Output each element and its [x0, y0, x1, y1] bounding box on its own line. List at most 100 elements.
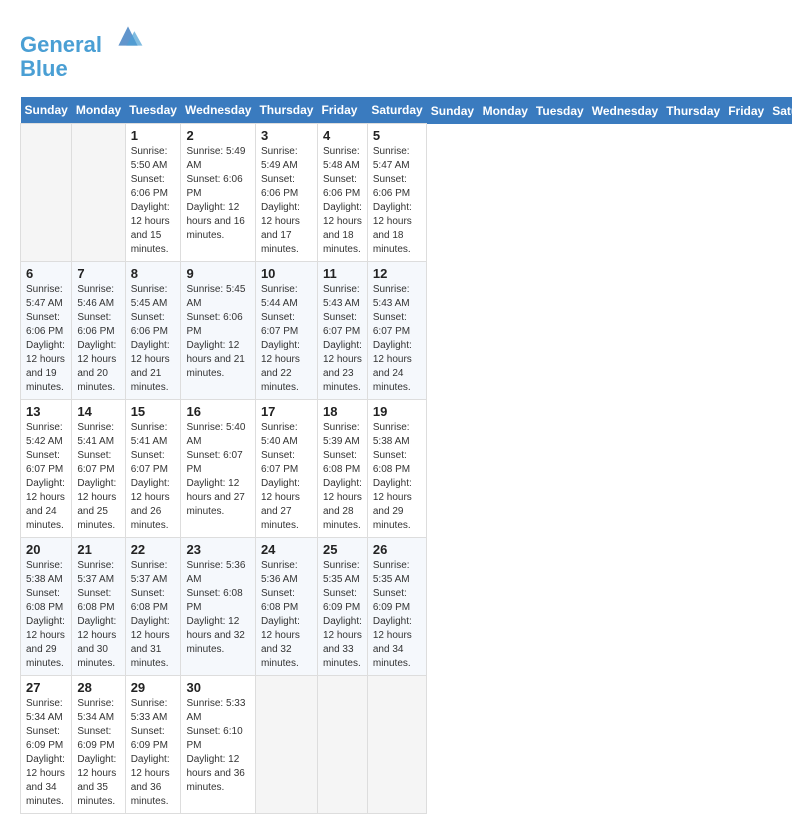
calendar-cell: 11 Sunrise: 5:43 AMSunset: 6:07 PMDayligh…	[317, 262, 367, 400]
week-row-1: 1 Sunrise: 5:50 AMSunset: 6:06 PMDaylight…	[21, 124, 792, 262]
day-info: Sunrise: 5:49 AMSunset: 6:06 PMDaylight:…	[261, 145, 312, 257]
calendar-cell: 7 Sunrise: 5:46 AMSunset: 6:06 PMDaylight…	[72, 262, 125, 400]
day-number: 1	[131, 128, 176, 143]
logo-general: General	[20, 32, 102, 57]
header-sunday: Sunday	[21, 97, 72, 124]
calendar-cell: 4Sunrise: 5:48 AMSunset: 6:06 PMDaylight…	[317, 124, 367, 262]
day-number: 25	[323, 542, 362, 557]
logo-icon	[112, 20, 144, 52]
day-info: Sunrise: 5:33 AMSunset: 6:10 PMDaylight:…	[186, 697, 249, 795]
calendar-cell: 2 Sunrise: 5:49 AMSunset: 6:06 PMDaylight…	[181, 124, 255, 262]
calendar-cell: 12 Sunrise: 5:43 AMSunset: 6:07 PMDayligh…	[367, 262, 426, 400]
day-number: 14	[77, 404, 119, 419]
page-header: General Blue	[20, 20, 772, 81]
day-number: 21	[77, 542, 119, 557]
calendar-cell	[367, 676, 426, 814]
day-info: Sunrise: 5:45 AMSunset: 6:06 PMDaylight:…	[186, 283, 249, 381]
day-info: Sunrise: 5:37 AMSunset: 6:08 PMDaylight:…	[77, 559, 119, 671]
calendar-cell: 27Sunrise: 5:34 AMSunset: 6:09 PMDayligh…	[21, 676, 72, 814]
calendar-cell: 19Sunrise: 5:38 AMSunset: 6:08 PMDayligh…	[367, 400, 426, 538]
calendar-cell: 13 Sunrise: 5:42 AMSunset: 6:07 PMDayligh…	[21, 400, 72, 538]
day-info: Sunrise: 5:36 AMSunset: 6:08 PMDaylight:…	[186, 559, 249, 657]
calendar-cell: 9 Sunrise: 5:45 AMSunset: 6:06 PMDaylight…	[181, 262, 255, 400]
day-info: Sunrise: 5:49 AMSunset: 6:06 PMDaylight:…	[186, 145, 249, 243]
day-info: Sunrise: 5:35 AMSunset: 6:09 PMDaylight:…	[373, 559, 421, 671]
day-info: Sunrise: 5:40 AMSunset: 6:07 PMDaylight:…	[261, 421, 312, 533]
day-info: Sunrise: 5:43 AMSunset: 6:07 PMDaylight:…	[323, 283, 362, 395]
day-info: Sunrise: 5:35 AMSunset: 6:09 PMDaylight:…	[323, 559, 362, 671]
day-number: 23	[186, 542, 249, 557]
day-number: 17	[261, 404, 312, 419]
calendar-cell: 20Sunrise: 5:38 AMSunset: 6:08 PMDayligh…	[21, 538, 72, 676]
calendar-cell: 24Sunrise: 5:36 AMSunset: 6:08 PMDayligh…	[255, 538, 317, 676]
day-info: Sunrise: 5:50 AMSunset: 6:06 PMDaylight:…	[131, 145, 176, 257]
day-info: Sunrise: 5:36 AMSunset: 6:08 PMDaylight:…	[261, 559, 312, 671]
calendar-table: SundayMondayTuesdayWednesdayThursdayFrid…	[20, 97, 792, 814]
header-monday: Monday	[72, 97, 125, 124]
day-number: 28	[77, 680, 119, 695]
day-info: Sunrise: 5:46 AMSunset: 6:06 PMDaylight:…	[77, 283, 119, 395]
day-number: 8	[131, 266, 176, 281]
weekday-header-friday: Friday	[724, 97, 768, 124]
day-number: 2	[186, 128, 249, 143]
calendar-cell: 16Sunrise: 5:40 AMSunset: 6:07 PMDayligh…	[181, 400, 255, 538]
day-number: 6	[26, 266, 66, 281]
calendar-cell: 26 Sunrise: 5:35 AMSunset: 6:09 PMDayligh…	[367, 538, 426, 676]
weekday-header-tuesday: Tuesday	[532, 97, 588, 124]
day-number: 30	[186, 680, 249, 695]
day-info: Sunrise: 5:37 AMSunset: 6:08 PMDaylight:…	[131, 559, 176, 671]
day-info: Sunrise: 5:40 AMSunset: 6:07 PMDaylight:…	[186, 421, 249, 519]
week-row-5: 27 Sunrise: 5:34 AMSunset: 6:09 PMDayligh…	[21, 676, 792, 814]
day-info: Sunrise: 5:33 AMSunset: 6:09 PMDaylight:…	[131, 697, 176, 809]
calendar-cell: 23 Sunrise: 5:36 AMSunset: 6:08 PMDayligh…	[181, 538, 255, 676]
day-info: Sunrise: 5:43 AMSunset: 6:07 PMDaylight:…	[373, 283, 421, 395]
calendar-cell: 1 Sunrise: 5:50 AMSunset: 6:06 PMDaylight…	[125, 124, 181, 262]
header-friday: Friday	[317, 97, 367, 124]
day-info: Sunrise: 5:48 AMSunset: 6:06 PMDaylight:…	[323, 145, 362, 257]
calendar-cell: 30 Sunrise: 5:33 AMSunset: 6:10 PMDayligh…	[181, 676, 255, 814]
day-number: 7	[77, 266, 119, 281]
day-number: 20	[26, 542, 66, 557]
calendar-cell: 8Sunrise: 5:45 AMSunset: 6:06 PMDaylight…	[125, 262, 181, 400]
logo-blue: Blue	[20, 57, 144, 81]
week-row-2: 6Sunrise: 5:47 AMSunset: 6:06 PMDaylight…	[21, 262, 792, 400]
day-number: 12	[373, 266, 421, 281]
weekday-header-thursday: Thursday	[662, 97, 724, 124]
weekday-header-monday: Monday	[479, 97, 532, 124]
header-wednesday: Wednesday	[181, 97, 255, 124]
day-info: Sunrise: 5:34 AMSunset: 6:09 PMDaylight:…	[77, 697, 119, 809]
calendar-cell: 28 Sunrise: 5:34 AMSunset: 6:09 PMDayligh…	[72, 676, 125, 814]
day-number: 11	[323, 266, 362, 281]
day-number: 27	[26, 680, 66, 695]
day-number: 15	[131, 404, 176, 419]
header-tuesday: Tuesday	[125, 97, 181, 124]
header-row: SundayMondayTuesdayWednesdayThursdayFrid…	[21, 97, 792, 124]
day-number: 10	[261, 266, 312, 281]
calendar-cell: 18Sunrise: 5:39 AMSunset: 6:08 PMDayligh…	[317, 400, 367, 538]
logo-text: General	[20, 20, 144, 57]
day-number: 5	[373, 128, 421, 143]
calendar-cell: 3 Sunrise: 5:49 AMSunset: 6:06 PMDaylight…	[255, 124, 317, 262]
calendar-cell	[317, 676, 367, 814]
day-number: 9	[186, 266, 249, 281]
day-number: 13	[26, 404, 66, 419]
calendar-cell: 29Sunrise: 5:33 AMSunset: 6:09 PMDayligh…	[125, 676, 181, 814]
week-row-4: 20Sunrise: 5:38 AMSunset: 6:08 PMDayligh…	[21, 538, 792, 676]
weekday-header-wednesday: Wednesday	[588, 97, 662, 124]
calendar-cell: 10Sunrise: 5:44 AMSunset: 6:07 PMDayligh…	[255, 262, 317, 400]
day-number: 22	[131, 542, 176, 557]
calendar-cell: 22 Sunrise: 5:37 AMSunset: 6:08 PMDayligh…	[125, 538, 181, 676]
header-thursday: Thursday	[255, 97, 317, 124]
day-number: 3	[261, 128, 312, 143]
day-info: Sunrise: 5:47 AMSunset: 6:06 PMDaylight:…	[373, 145, 421, 257]
day-number: 18	[323, 404, 362, 419]
calendar-cell: 14Sunrise: 5:41 AMSunset: 6:07 PMDayligh…	[72, 400, 125, 538]
calendar-cell	[72, 124, 125, 262]
week-row-3: 13 Sunrise: 5:42 AMSunset: 6:07 PMDayligh…	[21, 400, 792, 538]
calendar-cell: 17 Sunrise: 5:40 AMSunset: 6:07 PMDayligh…	[255, 400, 317, 538]
calendar-cell: 5 Sunrise: 5:47 AMSunset: 6:06 PMDaylight…	[367, 124, 426, 262]
header-saturday: Saturday	[367, 97, 426, 124]
day-number: 26	[373, 542, 421, 557]
day-info: Sunrise: 5:42 AMSunset: 6:07 PMDaylight:…	[26, 421, 66, 533]
day-info: Sunrise: 5:41 AMSunset: 6:07 PMDaylight:…	[131, 421, 176, 533]
